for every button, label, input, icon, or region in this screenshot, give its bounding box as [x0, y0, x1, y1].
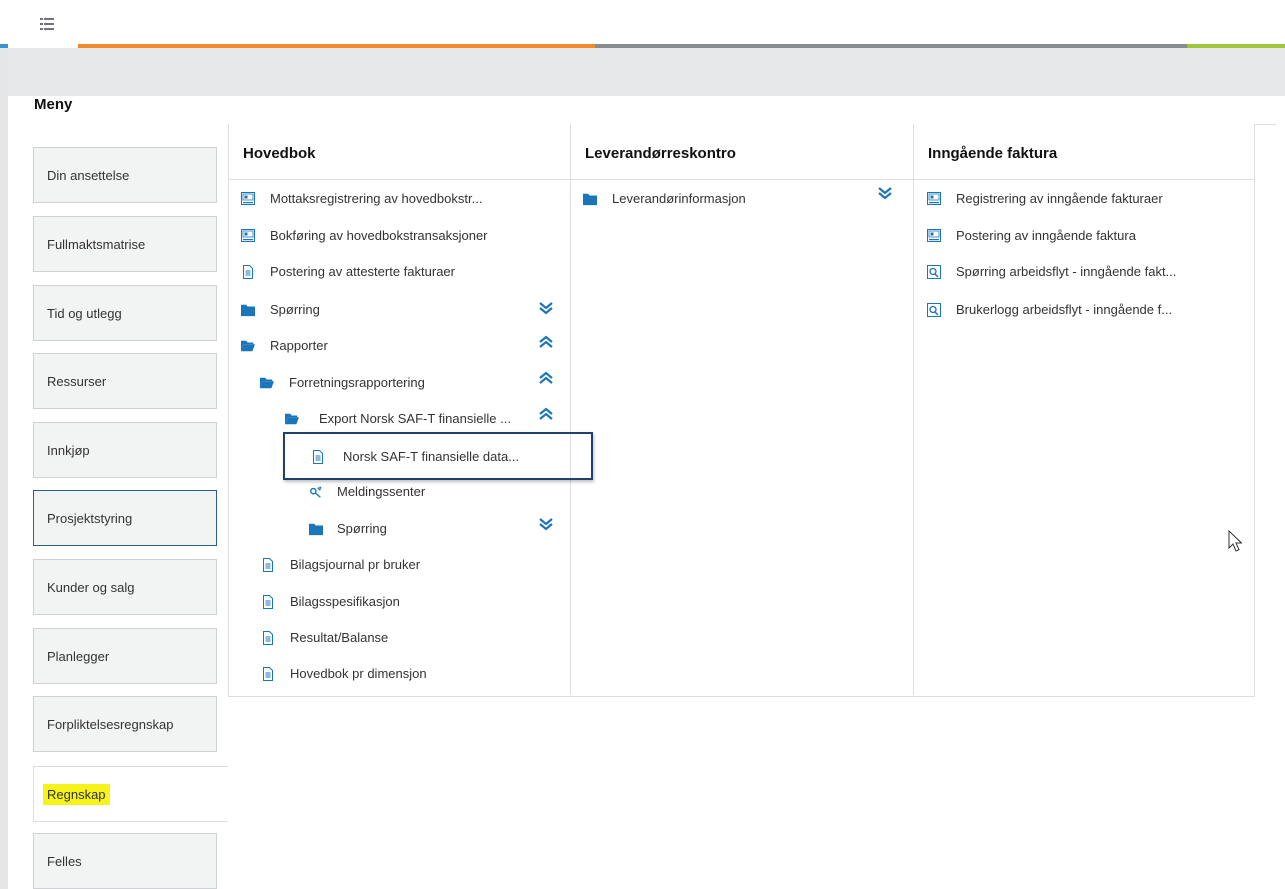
chevron-double-down-icon[interactable] — [538, 300, 554, 316]
form-icon — [241, 228, 255, 243]
sidebar-item-planlegger[interactable]: Planlegger — [33, 628, 217, 684]
menu-item-resultat-balanse[interactable]: Resultat/Balanse — [261, 630, 388, 645]
menu-item-hovedbok-dimensjon[interactable]: Hovedbok pr dimensjon — [261, 666, 427, 681]
menu-item-sporring-sub[interactable]: Spørring — [309, 521, 387, 536]
menu-item-label: Resultat/Balanse — [290, 630, 389, 645]
document-icon — [241, 264, 255, 279]
folder-open-icon — [260, 376, 274, 390]
menu-item-export-saft[interactable]: Export Norsk SAF-T finansielle ... — [285, 411, 511, 426]
sidebar-item-label: Innkjøp — [47, 442, 90, 458]
document-icon — [261, 594, 275, 609]
menu-item-label: Brukerlogg arbeidsflyt - inngående f... — [956, 302, 1173, 317]
menu-item-forretningsrapportering[interactable]: Forretningsrapportering — [260, 375, 425, 390]
menu-item-sporring-arbeidsflyt[interactable]: Spørring arbeidsflyt - inngående fakt... — [927, 264, 1176, 279]
folder-icon — [309, 522, 323, 536]
menu-item-postering-inngaende[interactable]: Postering av inngående faktura — [927, 228, 1136, 243]
menu-item-label: Spørring arbeidsflyt - inngående fakt... — [956, 264, 1177, 279]
menu-item-postering-attesterte[interactable]: Postering av attesterte fakturaer — [241, 264, 455, 279]
sidebar-item-label: Kunder og salg — [47, 579, 135, 595]
folder-open-icon — [241, 339, 255, 353]
chevron-double-up-icon[interactable] — [538, 370, 554, 386]
sidebar-item-label: Felles — [47, 853, 82, 869]
menu-item-brukerlogg-arbeidsflyt[interactable]: Brukerlogg arbeidsflyt - inngående f... — [927, 302, 1172, 317]
menu-item-label: Registrering av inngående fakturaer — [956, 191, 1163, 206]
page-title: Meny — [34, 96, 73, 113]
list-icon[interactable] — [30, 10, 64, 38]
sidebar-item-forpliktelsesregnskap[interactable]: Forpliktelsesregnskap — [33, 696, 217, 752]
menu-item-label: Postering av inngående faktura — [956, 228, 1136, 243]
menu-item-label: Bilagsjournal pr bruker — [290, 557, 421, 572]
column-hovedbok: Hovedbok — [229, 124, 571, 695]
sidebar-item-label: Forpliktelsesregnskap — [47, 716, 174, 732]
menu-item-label: Bilagsspesifikasjon — [290, 594, 400, 609]
sidebar-item-label: Planlegger — [47, 648, 110, 664]
menu-item-rapporter[interactable]: Rapporter — [241, 338, 328, 353]
menu-item-label: Spørring — [337, 521, 387, 536]
document-icon — [261, 630, 275, 645]
column-leverandorreskontro: Leverandørreskontro — [571, 124, 914, 695]
chevron-double-down-icon[interactable] — [538, 516, 554, 532]
menu-item-label: Mottaksregistrering av hovedbokstr... — [270, 191, 483, 206]
document-icon — [261, 666, 275, 681]
sidebar-item-label: Tid og utlegg — [47, 305, 122, 321]
sidebar-item-tid-og-utlegg[interactable]: Tid og utlegg — [33, 285, 217, 341]
menu-item-meldingssenter[interactable]: Meldingssenter — [309, 484, 425, 499]
top-bar — [0, 0, 1285, 46]
menu-item-label: Export Norsk SAF-T finansielle ... — [319, 411, 511, 426]
chevron-double-down-icon[interactable] — [877, 185, 893, 201]
selection-highlight — [283, 432, 593, 480]
folder-icon — [583, 192, 597, 206]
menu-item-label: Bokføring av hovedbokstransaksjoner — [270, 228, 488, 243]
menu-item-label: Forretningsrapportering — [289, 375, 425, 390]
column-title: Inngående faktura — [914, 124, 1254, 180]
accent-bar-blue — [0, 44, 8, 48]
sidebar-item-regnskap[interactable]: Regnskap — [33, 766, 228, 822]
menu-item-registrering-inngaende[interactable]: Registrering av inngående fakturaer — [927, 191, 1163, 206]
sidebar-item-label: Fullmaktsmatrise — [47, 236, 146, 252]
menu-item-label: Meldingssenter — [337, 484, 426, 499]
document-icon — [261, 557, 275, 572]
header-band — [8, 48, 1285, 96]
column-inngaende-faktura: Inngående faktura — [914, 124, 1255, 695]
chevron-double-up-icon[interactable] — [538, 334, 554, 350]
sidebar-item-fullmaktsmatrise[interactable]: Fullmaktsmatrise — [33, 216, 217, 272]
sidebar-item-label: Ressurser — [47, 373, 107, 389]
menu-item-label: Rapporter — [270, 338, 328, 353]
menu-item-bilagsjournal[interactable]: Bilagsjournal pr bruker — [261, 557, 420, 572]
search-doc-icon — [927, 264, 941, 279]
menu-item-bokforing[interactable]: Bokføring av hovedbokstransaksjoner — [241, 228, 488, 243]
mouse-cursor-icon — [1228, 529, 1243, 557]
sidebar-item-label: Prosjektstyring — [47, 510, 133, 526]
folder-open-icon — [285, 412, 299, 426]
folder-icon — [241, 303, 255, 317]
sidebar-item-din-ansettelse[interactable]: Din ansettelse — [33, 147, 217, 203]
left-edge-bar — [0, 42, 8, 889]
sidebar-item-ressurser[interactable]: Ressurser — [33, 353, 217, 409]
column-title: Leverandørreskontro — [571, 124, 913, 180]
menu-item-leverandorinformasjon[interactable]: Leverandørinformasjon — [583, 191, 746, 206]
sidebar-item-innkjop[interactable]: Innkjøp — [33, 422, 217, 478]
sidebar-item-kunder-og-salg[interactable]: Kunder og salg — [33, 559, 217, 615]
menu-item-bilagsspesifikasjon[interactable]: Bilagsspesifikasjon — [261, 594, 400, 609]
search-doc-icon — [927, 302, 941, 317]
sidebar-item-prosjektstyring[interactable]: Prosjektstyring — [33, 490, 217, 546]
menu-item-label: Spørring — [270, 302, 320, 317]
menu-item-label: Leverandørinformasjon — [612, 191, 746, 206]
menu-item-sporring[interactable]: Spørring — [241, 302, 320, 317]
menu-item-label: Postering av attesterte fakturaer — [270, 264, 455, 279]
chevron-double-up-icon[interactable] — [538, 406, 554, 422]
menu-item-mottaksregistrering[interactable]: Mottaksregistrering av hovedbokstr... — [241, 191, 482, 206]
form-icon — [927, 191, 941, 206]
form-icon — [241, 191, 255, 206]
column-title: Hovedbok — [229, 124, 570, 180]
sidebar-item-label: Regnskap — [43, 783, 110, 805]
satellite-icon — [309, 485, 323, 499]
menu-item-label: Hovedbok pr dimensjon — [290, 666, 427, 681]
sidebar-item-felles[interactable]: Felles — [33, 833, 217, 889]
sidebar-item-label: Din ansettelse — [47, 167, 130, 183]
form-icon — [927, 228, 941, 243]
